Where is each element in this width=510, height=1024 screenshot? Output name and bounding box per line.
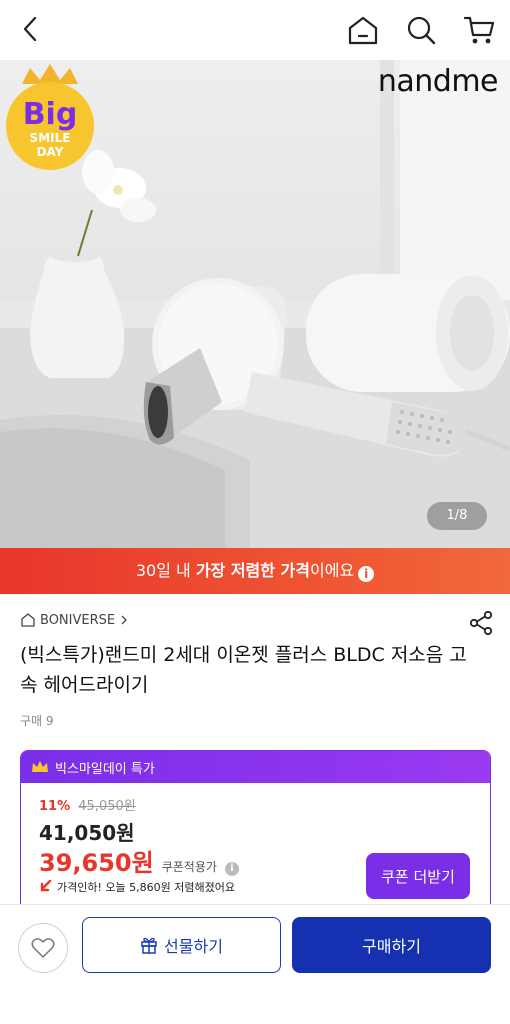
down-arrow-icon (40, 880, 52, 892)
bottom-action-bar: 선물하기 구매하기 (0, 904, 510, 1024)
search-icon[interactable] (404, 14, 438, 46)
badge-line3: DAY (37, 145, 64, 159)
more-coupons-button[interactable]: 쿠폰 더받기 (366, 853, 470, 899)
lowest-price-banner[interactable]: 30일 내 가장 저렴한 가격이에요 i (0, 548, 510, 594)
price-drop-text: 가격인하! 오늘 5,860원 저렴해졌어요 (57, 881, 235, 894)
banner-prefix: 30일 내 (135, 561, 196, 580)
heart-icon (31, 938, 55, 958)
product-image-carousel[interactable]: nandme Big SMILE DAY 1/8 (0, 60, 510, 548)
gift-button-label: 선물하기 (164, 937, 223, 956)
home-icon[interactable] (346, 14, 380, 46)
crown-icon (32, 761, 48, 772)
image-counter: 1/8 (427, 502, 487, 530)
banner-suffix: 이에요 (310, 561, 355, 580)
promo-header: 빅스마일데이 특가 (21, 751, 490, 783)
brand-logo: nandme (377, 64, 499, 99)
badge-line2: SMILE (30, 131, 71, 145)
info-icon[interactable]: i (358, 566, 375, 582)
discount-percent: 11% (39, 799, 71, 814)
coupon-price-row: 39,650원 쿠폰적용가 i (39, 843, 239, 878)
chevron-right-icon (121, 615, 128, 625)
price-drop-notice: 가격인하! 오늘 5,860원 저렴해졌어요 (39, 879, 235, 895)
brand-link[interactable]: BONIVERSE (20, 612, 129, 628)
store-home-icon (21, 613, 35, 627)
promo-header-label: 빅스마일데이 특가 (55, 761, 155, 777)
buy-button[interactable]: 구매하기 (292, 917, 491, 973)
question-icon[interactable]: i (224, 862, 239, 876)
cart-icon[interactable] (462, 13, 496, 47)
badge-line1: Big (23, 97, 78, 132)
coupon-price: 39,650원 (39, 849, 154, 877)
top-nav-bar (0, 0, 510, 60)
original-price: 45,050원 (78, 799, 136, 814)
gift-icon (141, 937, 157, 954)
original-price-row: 11% 45,050원 (39, 795, 136, 814)
gift-button[interactable]: 선물하기 (82, 917, 281, 973)
product-title: (빅스특가)랜드미 2세대 이온젯 플러스 BLDC 저소음 고속 헤어드라이기 (20, 644, 467, 696)
big-smile-day-badge: Big SMILE DAY (6, 64, 94, 170)
sale-price: 41,050원 (39, 821, 135, 845)
coupon-price-label: 쿠폰적용가 (161, 860, 217, 874)
back-icon[interactable] (16, 14, 46, 44)
banner-highlight: 가장 저렴한 가격 (195, 561, 310, 580)
share-icon[interactable] (468, 610, 494, 636)
brand-name: BONIVERSE (40, 612, 116, 628)
purchase-count: 구매 9 (20, 714, 54, 728)
wishlist-button[interactable] (18, 923, 68, 973)
promo-price-box: 빅스마일데이 특가 11% 45,050원 41,050원 39,650원 쿠폰… (20, 750, 491, 920)
